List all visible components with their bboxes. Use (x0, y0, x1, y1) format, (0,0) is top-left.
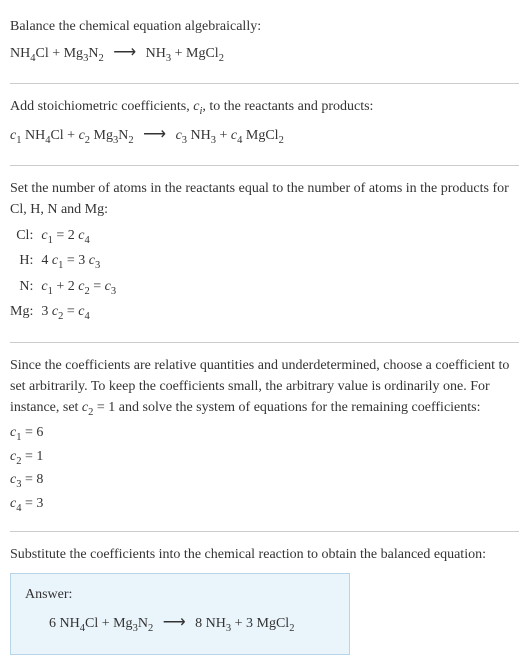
table-row: N: c1 + 2 c2 = c3 (10, 275, 122, 301)
balanced-equation: 6 NH4Cl + Mg3N2 ⟶ 8 NH3 + 3 MgCl2 (25, 611, 335, 637)
eq-part: + 3 MgCl (231, 616, 289, 631)
eq-text: = 2 (53, 228, 78, 243)
answer-label: Answer: (25, 584, 335, 605)
coef-val: = 8 (21, 472, 43, 487)
instruction-text: Add stoichiometric coefficients, ci, to … (10, 96, 519, 120)
instruction-text: Set the number of atoms in the reactants… (10, 178, 519, 220)
eq-part: NH (10, 46, 30, 61)
coef-val: = 6 (21, 425, 43, 440)
eq-sub: 2 (148, 622, 153, 633)
element-label: H: (10, 249, 41, 275)
element-label: Mg: (10, 300, 41, 326)
eq-part: Mg (90, 128, 113, 143)
arrow-icon: ⟶ (113, 41, 136, 65)
section-atom-equations: Set the number of atoms in the reactants… (10, 170, 519, 338)
coef-sub: 4 (84, 234, 89, 245)
coefficient-equation: c1 NH4Cl + c2 Mg3N2 ⟶ c3 NH3 + c4 MgCl2 (10, 123, 519, 149)
divider (10, 531, 519, 532)
eq-text: + 2 (53, 279, 78, 294)
eq-part: N (138, 616, 148, 631)
coef-line: c1 = 6 (10, 422, 519, 446)
divider (10, 83, 519, 84)
eq-part: Cl + (50, 128, 78, 143)
eq-part: N (88, 46, 98, 61)
eq-text: 3 (41, 304, 52, 319)
coef-line: c2 = 1 (10, 446, 519, 470)
eq-text: 4 (41, 253, 52, 268)
text-part: = 1 and solve the system of equations fo… (93, 400, 480, 415)
eq-sub: 2 (289, 622, 294, 633)
eq-part: 8 NH (195, 616, 226, 631)
balance-eq: 4 c1 = 3 c3 (41, 249, 122, 275)
eq-part: Cl + Mg (85, 616, 133, 631)
eq-part: 6 NH (49, 616, 80, 631)
eq-part: NH (21, 128, 45, 143)
text-part: , to the reactants and products: (202, 99, 373, 114)
eq-part: Cl + Mg (35, 46, 83, 61)
coef-val: = 3 (21, 496, 43, 511)
eq-text: = (63, 304, 78, 319)
coef-line: c3 = 8 (10, 469, 519, 493)
section-substitute: Substitute the coefficients into the che… (10, 536, 519, 664)
balance-eq: 3 c2 = c4 (41, 300, 122, 326)
arrow-icon: ⟶ (143, 123, 166, 147)
eq-part: NH (187, 128, 211, 143)
eq-sub: 2 (128, 135, 133, 146)
section-balance-prompt: Balance the chemical equation algebraica… (10, 8, 519, 79)
unbalanced-equation: NH4Cl + Mg3N2 ⟶ NH3 + MgCl2 (10, 41, 519, 67)
instruction-text: Substitute the coefficients into the che… (10, 544, 519, 565)
eq-part: N (118, 128, 128, 143)
balance-eq: c1 + 2 c2 = c3 (41, 275, 122, 301)
eq-part: + (216, 128, 231, 143)
prompt-text: Balance the chemical equation algebraica… (10, 16, 519, 37)
eq-part: MgCl (242, 128, 278, 143)
answer-box: Answer: 6 NH4Cl + Mg3N2 ⟶ 8 NH3 + 3 MgCl… (10, 573, 350, 656)
instruction-text: Since the coefficients are relative quan… (10, 355, 519, 421)
element-label: Cl: (10, 224, 41, 250)
eq-part: NH (146, 46, 166, 61)
text-part: Add stoichiometric coefficients, (10, 99, 193, 114)
arrow-icon: ⟶ (163, 611, 186, 635)
divider (10, 165, 519, 166)
coefficient-solutions: c1 = 6 c2 = 1 c3 = 8 c4 = 3 (10, 422, 519, 516)
coef-line: c4 = 3 (10, 493, 519, 517)
eq-sub: 2 (98, 53, 103, 64)
atom-balance-table: Cl: c1 = 2 c4 H: 4 c1 = 3 c3 N: c1 + 2 c… (10, 224, 122, 326)
table-row: Mg: 3 c2 = c4 (10, 300, 122, 326)
coef-sub: 4 (84, 311, 89, 322)
coef-sub: 3 (95, 260, 100, 271)
element-label: N: (10, 275, 41, 301)
table-row: Cl: c1 = 2 c4 (10, 224, 122, 250)
eq-text: = (90, 279, 105, 294)
coef-val: = 1 (21, 449, 43, 464)
balance-eq: c1 = 2 c4 (41, 224, 122, 250)
eq-sub: 2 (219, 53, 224, 64)
eq-part: + MgCl (171, 46, 219, 61)
section-solve: Since the coefficients are relative quan… (10, 347, 519, 527)
eq-text: = 3 (63, 253, 88, 268)
coef-sub: 3 (111, 286, 116, 297)
table-row: H: 4 c1 = 3 c3 (10, 249, 122, 275)
divider (10, 342, 519, 343)
section-add-coefficients: Add stoichiometric coefficients, ci, to … (10, 88, 519, 161)
eq-sub: 2 (279, 135, 284, 146)
